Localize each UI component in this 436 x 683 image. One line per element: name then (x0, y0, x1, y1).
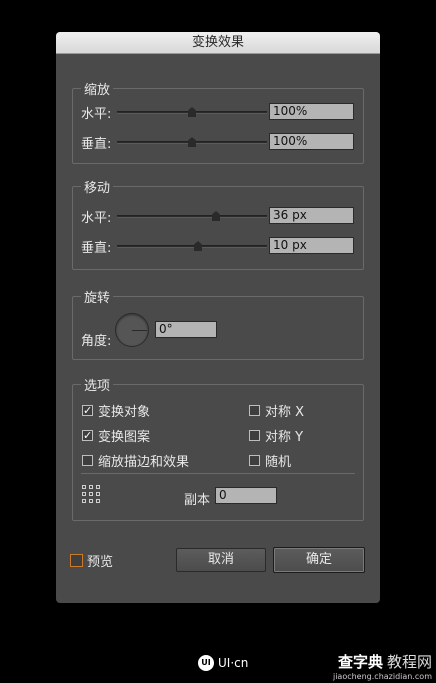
angle-needle (132, 330, 147, 331)
transform-objects-checkbox[interactable]: ✓ 变换对象 (82, 401, 150, 420)
move-legend: 移动 (81, 177, 114, 196)
slider-thumb[interactable] (188, 107, 196, 117)
watermark-brand: 查字典 (337, 653, 383, 671)
options-group: 选项 ✓ 变换对象 ✓ 变换图案 缩放描边和效果 对称 X 对称 Y 随机 副本… (72, 375, 364, 521)
checkbox-box[interactable] (249, 405, 260, 416)
checkbox-box[interactable]: ✓ (82, 430, 93, 441)
scale-legend: 缩放 (81, 79, 114, 98)
options-divider (81, 473, 355, 474)
scale-horizontal-slider[interactable] (117, 105, 267, 119)
scale-vertical-slider[interactable] (117, 135, 267, 149)
move-horizontal-row: 水平: (81, 207, 267, 226)
move-group: 移动 水平: 36 px 垂直: 10 px (72, 177, 364, 270)
checkbox-box[interactable]: ✓ (82, 405, 93, 416)
copies-label: 副本 (184, 493, 211, 508)
dialog-title[interactable]: 变换效果 (56, 32, 380, 54)
ok-button[interactable]: 确定 (273, 547, 365, 573)
slider-track (117, 245, 267, 248)
slider-track (117, 215, 267, 218)
scale-horizontal-label: 水平: (81, 106, 112, 122)
move-vertical-label: 垂直: (81, 240, 112, 256)
move-horizontal-label: 水平: (81, 210, 112, 226)
angle-dial[interactable] (115, 313, 149, 347)
move-horizontal-slider[interactable] (117, 209, 267, 223)
cancel-button[interactable]: 取消 (176, 548, 266, 572)
scale-vertical-row: 垂直: (81, 133, 267, 152)
scale-horizontal-row: 水平: (81, 103, 267, 122)
move-horizontal-input[interactable]: 36 px (269, 207, 354, 224)
slider-thumb[interactable] (212, 211, 220, 221)
watermark-tag: 教程网 (386, 653, 432, 671)
random-checkbox[interactable]: 随机 (249, 451, 291, 470)
slider-thumb[interactable] (188, 137, 196, 147)
slider-thumb[interactable] (194, 241, 202, 251)
scale-strokes-checkbox[interactable]: 缩放描边和效果 (82, 451, 189, 470)
reference-point-icon[interactable] (82, 485, 100, 503)
scale-horizontal-input[interactable]: 100% (269, 103, 354, 120)
reflect-y-label: 对称 Y (265, 430, 304, 445)
watermark-url: jiaocheng.chazidian.com (332, 672, 432, 681)
scale-group: 缩放 水平: 100% 垂直: 100% (72, 79, 364, 164)
uicn-logo: UI UI·cn (198, 655, 248, 671)
checkbox-box[interactable] (249, 430, 260, 441)
checkbox-box[interactable] (70, 554, 83, 567)
move-vertical-row: 垂直: (81, 237, 267, 256)
options-legend: 选项 (81, 375, 114, 394)
move-vertical-slider[interactable] (117, 239, 267, 253)
reflect-x-label: 对称 X (265, 405, 305, 420)
checkbox-box[interactable] (249, 455, 260, 466)
transform-effect-dialog: 变换效果 缩放 水平: 100% 垂直: 100% 移动 水平: 36 px 垂… (56, 32, 380, 603)
watermark: 查字典 教程网 jiaocheng.chazidian.com (333, 651, 432, 681)
rotate-group: 旋转 角度: 0° (72, 287, 364, 360)
copies-input[interactable]: 0 (215, 487, 277, 504)
rotate-legend: 旋转 (81, 287, 114, 306)
random-label: 随机 (265, 455, 292, 470)
transform-patterns-checkbox[interactable]: ✓ 变换图案 (82, 426, 150, 445)
move-vertical-input[interactable]: 10 px (269, 237, 354, 254)
preview-checkbox[interactable]: 预览 (70, 551, 113, 570)
watermark-main: 查字典 教程网 (333, 651, 432, 672)
scale-vertical-label: 垂直: (81, 136, 112, 152)
transform-objects-label: 变换对象 (98, 405, 151, 420)
checkbox-box[interactable] (82, 455, 93, 466)
scale-strokes-label: 缩放描边和效果 (98, 455, 190, 470)
uicn-logo-mark: UI (198, 655, 214, 671)
angle-input[interactable]: 0° (155, 321, 217, 338)
angle-label: 角度: (81, 334, 112, 349)
reflect-y-checkbox[interactable]: 对称 Y (249, 426, 303, 445)
uicn-logo-text: UI·cn (218, 656, 249, 670)
scale-vertical-input[interactable]: 100% (269, 133, 354, 150)
transform-patterns-label: 变换图案 (98, 430, 151, 445)
reflect-x-checkbox[interactable]: 对称 X (249, 401, 304, 420)
preview-label: 预览 (87, 555, 114, 570)
